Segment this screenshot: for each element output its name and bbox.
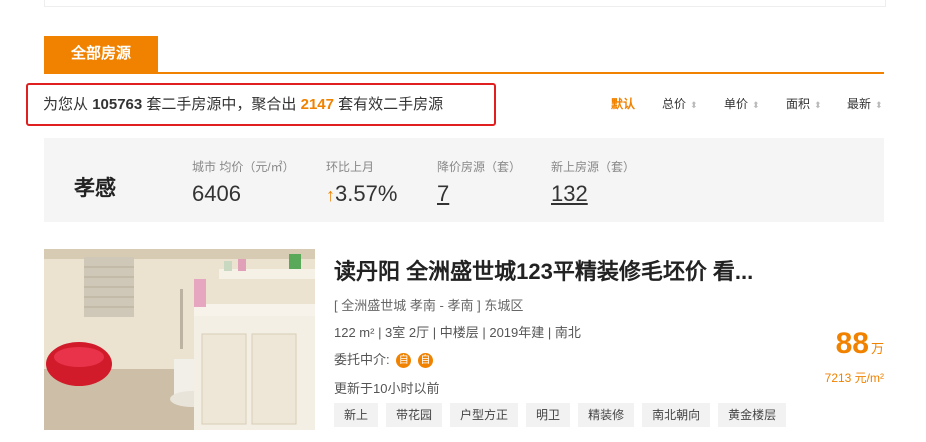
listing-agent: 委托中介: 自 自 <box>334 349 433 369</box>
stat-avg-price-value: 6406 <box>192 181 241 206</box>
community-link[interactable]: 全洲盛世城 <box>341 298 406 313</box>
tag: 精装修 <box>578 403 635 427</box>
sort-arrows-icon: ⬍ <box>690 100 698 110</box>
summary-total: 105763 <box>92 96 143 113</box>
top-container-edge <box>44 0 886 7</box>
listing-photo[interactable] <box>44 249 315 430</box>
stat-mom-label: 环比上月 <box>326 160 375 174</box>
tag: 南北朝向 <box>642 403 711 427</box>
listing-location: [ 全洲盛世城 孝南 - 孝南 ] 东城区 <box>334 295 523 314</box>
stat-new-listings-link[interactable]: 132 <box>551 181 635 207</box>
sort-arrows-icon: ⬍ <box>752 100 760 110</box>
sort-arrows-icon: ⬍ <box>814 100 822 110</box>
area-link[interactable]: 孝南 - 孝南 <box>410 298 474 313</box>
stat-price-drop-link[interactable]: 7 <box>437 181 521 207</box>
summary-suffix: 套有效二手房源 <box>338 96 444 113</box>
listing-price: 88 万 <box>836 327 884 361</box>
sort-area[interactable]: 面积 ⬍ <box>786 95 822 112</box>
tag: 明卫 <box>526 403 571 427</box>
sort-default[interactable]: 默认 <box>611 95 635 112</box>
sort-default-label: 默认 <box>611 97 636 111</box>
tab-all-listings[interactable]: 全部房源 <box>44 36 158 72</box>
loc-close-bracket: ] <box>477 298 481 313</box>
sort-total-price-label: 总价 <box>662 97 687 111</box>
agent-badge-icon[interactable]: 自 <box>417 353 433 369</box>
summary-middle: 套二手房源中，聚合出 <box>146 96 297 113</box>
stat-mom: 环比上月 ↑3.57% <box>326 158 397 207</box>
stat-price-drop: 降价房源（套） 7 <box>437 158 521 207</box>
search-summary: 为您从 105763 套二手房源中，聚合出 2147 套有效二手房源 <box>26 83 496 126</box>
sort-newest-label: 最新 <box>847 97 872 111</box>
agent-label: 委托中介: <box>334 352 390 367</box>
city-stats-panel: 孝感 城市 均价（元/㎡） 6406 环比上月 ↑3.57% 降价房源（套） 7… <box>44 138 884 222</box>
sort-area-label: 面积 <box>786 97 811 111</box>
stat-new-listings-label: 新上房源（套） <box>551 160 636 174</box>
sort-total-price[interactable]: 总价 ⬍ <box>662 95 698 112</box>
summary-prefix: 为您从 <box>43 96 89 113</box>
sort-newest[interactable]: 最新 ⬍ <box>847 95 883 112</box>
sort-unit-price-label: 单价 <box>724 97 749 111</box>
loc-open-bracket: [ <box>334 298 338 313</box>
summary-valid-count: 2147 <box>300 96 334 113</box>
district-name: 东城区 <box>484 298 524 313</box>
tag: 新上 <box>334 403 379 427</box>
tab-bar: 全部房源 <box>44 36 884 74</box>
price-value: 88 <box>835 327 869 360</box>
price-unit: 万 <box>870 341 884 356</box>
listing-title[interactable]: 读丹阳 全洲盛世城123平精装修毛坯价 看... <box>334 254 753 286</box>
bathroom-photo-illustration <box>44 249 315 430</box>
tag: 黄金楼层 <box>718 403 787 427</box>
stat-price-drop-label: 降价房源（套） <box>437 160 522 174</box>
listing-info: 122 m² | 3室 2厅 | 中楼层 | 2019年建 | 南北 <box>334 325 581 340</box>
listing-tags: 新上 带花园 户型方正 明卫 精装修 南北朝向 黄金楼层 <box>334 403 794 429</box>
stat-avg-price-label: 城市 均价（元/㎡） <box>192 160 295 174</box>
sort-arrows-icon: ⬍ <box>875 100 883 110</box>
agent-badge-icon[interactable]: 自 <box>396 353 412 369</box>
sort-unit-price[interactable]: 单价 ⬍ <box>724 95 760 112</box>
city-name: 孝感 <box>74 177 116 200</box>
stat-avg-price: 城市 均价（元/㎡） 6406 <box>192 158 295 207</box>
unit-price: 7213 元/m² <box>824 371 884 385</box>
tag: 户型方正 <box>450 403 519 427</box>
stat-new-listings: 新上房源（套） 132 <box>551 158 635 207</box>
stat-mom-value-wrap: ↑3.57% <box>326 181 397 207</box>
tag: 带花园 <box>386 403 443 427</box>
stat-mom-value: 3.57% <box>335 181 398 206</box>
arrow-up-icon: ↑ <box>326 185 335 205</box>
listing-updated: 更新于10小时以前 <box>334 381 440 396</box>
